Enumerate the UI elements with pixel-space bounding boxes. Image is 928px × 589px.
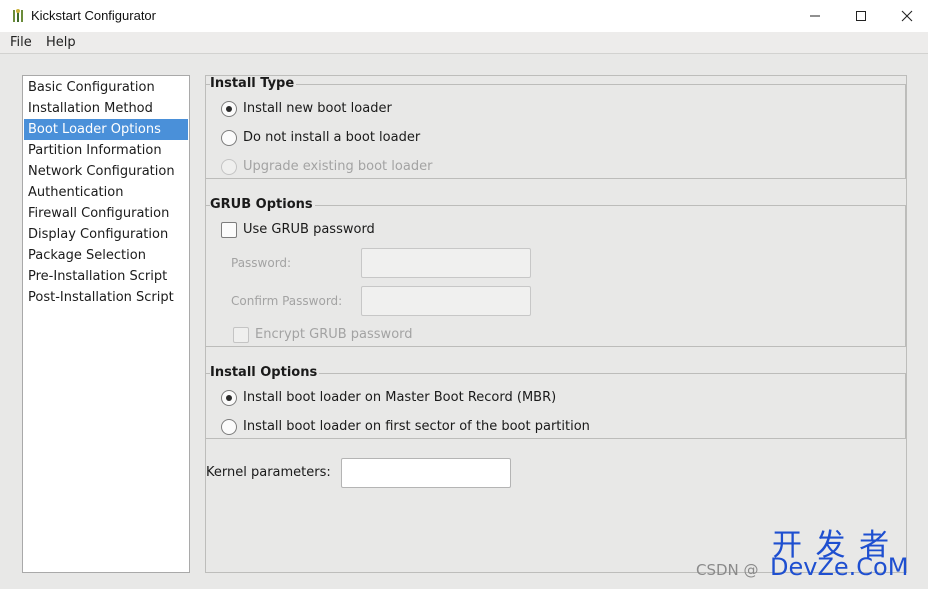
sidebar-item-package-selection[interactable]: Package Selection xyxy=(24,245,188,266)
sidebar-item-display-configuration[interactable]: Display Configuration xyxy=(24,224,188,245)
upgrade-existing-label: Upgrade existing boot loader xyxy=(243,159,433,174)
section-list: Basic Configuration Installation Method … xyxy=(22,75,190,573)
title-bar: Kickstart Configurator xyxy=(0,0,928,32)
sidebar-item-firewall-configuration[interactable]: Firewall Configuration xyxy=(24,203,188,224)
confirm-password-field xyxy=(361,286,531,316)
sidebar-item-boot-loader-options[interactable]: Boot Loader Options xyxy=(24,119,188,140)
no-install-radio[interactable] xyxy=(221,130,237,146)
kernel-parameters-label: Kernel parameters: xyxy=(206,465,331,480)
maximize-button[interactable] xyxy=(838,0,884,32)
install-new-label[interactable]: Install new boot loader xyxy=(243,101,392,116)
use-grub-password-checkbox[interactable] xyxy=(221,222,237,238)
install-type-title: Install Type xyxy=(210,76,297,91)
encrypt-grub-password-checkbox xyxy=(233,327,249,343)
boot-partition-label[interactable]: Install boot loader on first sector of t… xyxy=(243,419,590,434)
use-grub-password-label[interactable]: Use GRUB password xyxy=(243,222,375,237)
sidebar-item-network-configuration[interactable]: Network Configuration xyxy=(24,161,188,182)
sidebar-item-authentication[interactable]: Authentication xyxy=(24,182,188,203)
confirm-password-label: Confirm Password: xyxy=(231,294,343,308)
no-install-label[interactable]: Do not install a boot loader xyxy=(243,130,420,145)
menu-bar: File Help xyxy=(0,32,928,54)
sidebar-item-basic-configuration[interactable]: Basic Configuration xyxy=(24,77,188,98)
menu-file[interactable]: File xyxy=(10,35,32,50)
install-new-radio[interactable] xyxy=(221,101,237,117)
password-label: Password: xyxy=(231,256,292,270)
watermark-csdn: CSDN @ xyxy=(696,561,759,579)
install-options-title: Install Options xyxy=(210,365,320,380)
encrypt-grub-password-label: Encrypt GRUB password xyxy=(255,327,413,342)
minimize-button[interactable] xyxy=(792,0,838,32)
sidebar-item-installation-method[interactable]: Installation Method xyxy=(24,98,188,119)
grub-options-title: GRUB Options xyxy=(210,197,315,212)
watermark-devze: DevZe.CoM xyxy=(770,553,909,581)
upgrade-existing-radio xyxy=(221,159,237,175)
boot-partition-radio[interactable] xyxy=(221,419,237,435)
maximize-icon xyxy=(856,11,866,21)
close-button[interactable] xyxy=(884,0,928,32)
mbr-radio[interactable] xyxy=(221,390,237,406)
kickstart-app-icon xyxy=(13,9,23,22)
password-field xyxy=(361,248,531,278)
sidebar-item-post-installation-script[interactable]: Post-Installation Script xyxy=(24,287,188,308)
sidebar-item-partition-information[interactable]: Partition Information xyxy=(24,140,188,161)
sidebar-item-pre-installation-script[interactable]: Pre-Installation Script xyxy=(24,266,188,287)
minimize-icon xyxy=(810,15,820,17)
kernel-parameters-input[interactable] xyxy=(341,458,511,488)
menu-help[interactable]: Help xyxy=(46,35,76,50)
mbr-label[interactable]: Install boot loader on Master Boot Recor… xyxy=(243,390,556,405)
close-icon xyxy=(901,10,913,22)
window-title: Kickstart Configurator xyxy=(31,8,156,23)
